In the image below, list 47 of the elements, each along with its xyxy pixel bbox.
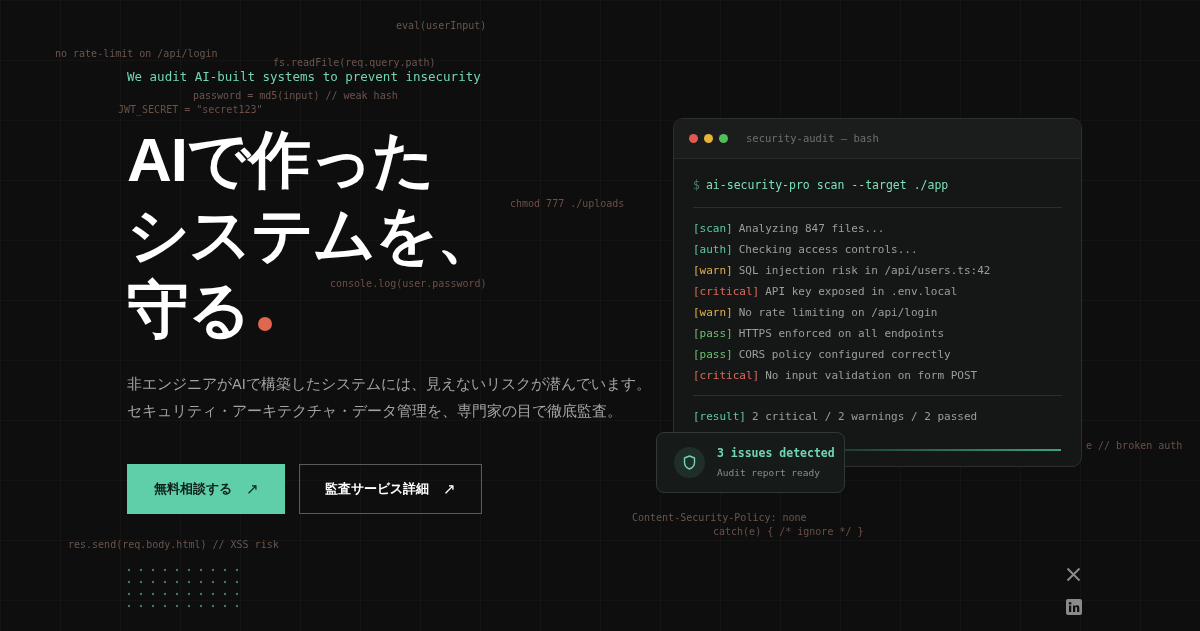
log-tag: [auth] bbox=[693, 242, 733, 258]
code-snippet: res.send(req.body.html) // XSS risk bbox=[68, 538, 279, 552]
code-snippet: JWT_SECRET = "secret123" bbox=[118, 103, 263, 117]
code-snippet: e // broken auth bbox=[1086, 439, 1183, 453]
log-tag: [scan] bbox=[693, 221, 733, 237]
x-link[interactable] bbox=[1066, 567, 1081, 582]
log-message: No rate limiting on /api/login bbox=[738, 305, 938, 321]
description: 非エンジニアがAIで構築したシステムには、見えないリスクが潜んでいます。 bbox=[127, 375, 651, 393]
details-button[interactable]: 監査サービス詳細 ↗ bbox=[299, 464, 482, 514]
result-tag: [result] bbox=[693, 409, 746, 426]
result-summary: 2 critical / 2 warnings / 2 passed bbox=[752, 409, 978, 426]
code-snippet: password = md5(input) // weak hash bbox=[193, 89, 398, 103]
code-snippet: catch(e) { /* ignore */ } bbox=[713, 525, 864, 539]
prompt-symbol: $ bbox=[693, 177, 700, 194]
linkedin-icon bbox=[1066, 599, 1082, 615]
description: セキュリティ・アーキテクチャ・データ管理を、専門家の目で徹底監査。 bbox=[127, 402, 623, 420]
log-message: HTTPS enforced on all endpoints bbox=[738, 326, 945, 342]
shield-icon bbox=[674, 447, 705, 478]
linkedin-link[interactable] bbox=[1066, 599, 1082, 615]
code-snippet: chmod 777 ./uploads bbox=[510, 197, 625, 211]
log-tag: [critical] bbox=[693, 368, 760, 384]
log-message: CORS policy configured correctly bbox=[738, 347, 951, 363]
toast-title: 3 issues detected bbox=[717, 445, 835, 463]
headline: 守る bbox=[127, 274, 250, 346]
x-logo-icon bbox=[1066, 567, 1081, 582]
headline: AIで作った bbox=[127, 124, 434, 196]
log-tag: [warn] bbox=[693, 305, 733, 321]
log-message: Checking access controls... bbox=[738, 242, 918, 258]
toast-subtitle: Audit report ready bbox=[717, 465, 821, 480]
headline: システムを、 bbox=[127, 199, 498, 271]
log-message: API key exposed in .env.local bbox=[765, 284, 958, 300]
tagline: We audit AI-built systems to prevent insecurity bbox=[127, 70, 481, 84]
code-snippet: Content-Security-Policy: none bbox=[632, 511, 807, 525]
log-tag: [pass] bbox=[693, 347, 733, 363]
log-message: Analyzing 847 files... bbox=[738, 221, 885, 237]
log-message: No input validation on form POST bbox=[765, 368, 978, 384]
log-tag: [warn] bbox=[693, 263, 733, 279]
consult-button[interactable]: 無料相談する ↗ bbox=[127, 464, 285, 514]
command-text: ai-security-pro scan --target ./app bbox=[705, 177, 949, 194]
log-tag: [critical] bbox=[693, 284, 760, 300]
code-snippet: eval(userInput) bbox=[396, 19, 487, 33]
log-tag: [pass] bbox=[693, 326, 733, 342]
code-snippet: fs.readFile(req.query.path) bbox=[273, 56, 436, 70]
log-message: SQL injection risk in /api/users.ts:42 bbox=[738, 263, 991, 279]
code-snippet: no rate-limit on /api/login bbox=[55, 47, 218, 61]
code-snippet: console.log(user.password) bbox=[330, 277, 487, 291]
window-title: security-audit — bash bbox=[746, 130, 879, 146]
